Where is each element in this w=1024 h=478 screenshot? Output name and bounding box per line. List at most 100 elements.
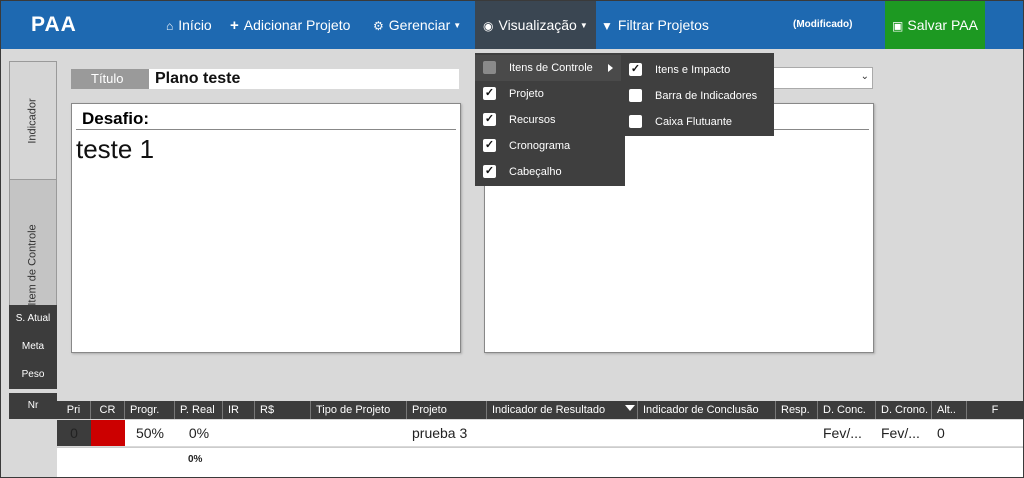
cell-cr-status[interactable] — [91, 420, 125, 446]
submenu-arrow-icon — [608, 64, 613, 72]
selector-dropdown[interactable]: ⌄ — [759, 67, 873, 89]
col-header-progr[interactable]: Progr. — [125, 401, 175, 419]
submenu-item-barra-de-indicadores[interactable]: Barra de Indicadores — [621, 83, 774, 109]
col-header-indicador-de-resultado[interactable]: Indicador de Resultado — [487, 401, 638, 419]
cell-indicador-de-conclusao[interactable] — [638, 420, 776, 446]
cell-rs[interactable] — [255, 420, 311, 446]
checkbox-cronograma[interactable]: ✓ — [483, 139, 496, 152]
cell-alt[interactable]: 0 — [932, 420, 967, 446]
cell-ir[interactable] — [223, 420, 255, 446]
nav-inicio[interactable]: ⌂ Início — [166, 1, 212, 49]
cell-tipo-de-projeto[interactable] — [311, 420, 407, 446]
itens-de-controle-submenu: ✓ Itens e Impacto Barra de Indicadores C… — [621, 53, 774, 136]
cell-p-real[interactable]: 0% — [175, 420, 223, 446]
checkbox-itens-de-controle[interactable] — [483, 61, 496, 74]
menu-item-recursos[interactable]: ✓ Recursos — [475, 107, 625, 133]
nav-filtrar-label: Filtrar Projetos — [617, 17, 709, 33]
tab-indicador-label: Indicador — [26, 97, 39, 144]
submenu-item-caixa-flutuante[interactable]: Caixa Flutuante — [621, 109, 774, 135]
checkbox-itens-e-impacto[interactable]: ✓ — [629, 63, 642, 76]
col-header-d-conc[interactable]: D. Conc. — [818, 401, 876, 419]
nav-visualizacao-label: Visualização — [498, 17, 577, 33]
nav-inicio-label: Início — [178, 17, 212, 33]
chevron-down-icon: ⌄ — [860, 71, 869, 82]
nav-gerenciar[interactable]: ⚙ Gerenciar ▼ — [373, 1, 461, 49]
menu-item-label: Projeto — [509, 88, 544, 100]
menu-item-projeto[interactable]: ✓ Projeto — [475, 81, 625, 107]
title-label: Título — [71, 69, 149, 89]
row-label-s-atual: S. Atual — [9, 305, 57, 333]
menu-item-label: Itens de Controle — [509, 62, 593, 74]
submenu-item-itens-e-impacto[interactable]: ✓ Itens e Impacto — [621, 57, 774, 83]
checkbox-caixa-flutuante[interactable] — [629, 115, 642, 128]
cell-progr[interactable]: 50% — [125, 420, 175, 446]
cell-indicador-de-resultado[interactable] — [487, 420, 638, 446]
menu-item-cronograma[interactable]: ✓ Cronograma — [475, 133, 625, 159]
cell-projeto[interactable]: prueba 3 — [407, 420, 487, 446]
col-header-alt[interactable]: Alt.. — [932, 401, 967, 419]
menu-item-label: Recursos — [509, 114, 556, 126]
submenu-item-label: Itens e Impacto — [655, 64, 731, 76]
top-navbar: PAA ⌂ Início + Adicionar Projeto ⚙ Gerencia… — [1, 1, 1023, 49]
desafio-text[interactable]: teste 1 — [76, 134, 154, 165]
title-field[interactable]: Plano teste — [149, 69, 459, 89]
table-header: Pri CR Progr. P. Real IR R$ Tipo de Proj… — [57, 401, 967, 419]
col-header-indicador-de-resultado-label: Indicador de Resultado — [492, 404, 606, 416]
menu-item-cabecalho[interactable]: ✓ Cabeçalho — [475, 159, 625, 185]
cell-resp[interactable] — [776, 420, 818, 446]
cell-f[interactable] — [967, 420, 1023, 446]
col-header-rs[interactable]: R$ — [255, 401, 311, 419]
submenu-item-label: Caixa Flutuante — [655, 116, 733, 128]
submenu-item-label: Barra de Indicadores — [655, 90, 758, 102]
filter-icon: ▼ — [601, 19, 613, 33]
eye-icon: ◉ — [483, 19, 494, 33]
home-icon: ⌂ — [166, 19, 174, 33]
tab-indicador[interactable]: Indicador — [10, 62, 56, 180]
col-header-p-real[interactable]: P. Real — [175, 401, 223, 419]
menu-item-label: Cronograma — [509, 140, 571, 152]
app-window: PAA ⌂ Início + Adicionar Projeto ⚙ Gerencia… — [0, 0, 1024, 478]
row-label-peso: Peso — [9, 361, 57, 389]
nav-adicionar-projeto[interactable]: + Adicionar Projeto — [230, 1, 350, 49]
gears-icon: ⚙ — [373, 19, 384, 33]
nav-gerenciar-label: Gerenciar — [388, 17, 451, 33]
checkbox-projeto[interactable]: ✓ — [483, 87, 496, 100]
col-header-projeto[interactable]: Projeto — [407, 401, 487, 419]
save-paa-label: Salvar PAA — [907, 17, 978, 33]
checkbox-barra-de-indicadores[interactable] — [629, 89, 642, 102]
col-header-resp[interactable]: Resp. — [776, 401, 818, 419]
col-header-f[interactable]: F — [967, 401, 1023, 419]
save-paa-button[interactable]: ▣ Salvar PAA — [885, 1, 985, 49]
footer-p-real-total: 0% — [188, 454, 203, 465]
desafio-panel: Desafio: teste 1 — [71, 103, 461, 353]
visualizacao-dropdown-menu: Itens de Controle ✓ Projeto ✓ Recursos ✓… — [475, 53, 625, 186]
col-header-d-crono[interactable]: D. Crono. — [876, 401, 932, 419]
checkbox-recursos[interactable]: ✓ — [483, 113, 496, 126]
cell-d-crono[interactable]: Fev/... — [876, 420, 932, 446]
nav-visualizacao[interactable]: ◉ Visualização ▼ — [475, 1, 596, 49]
plus-icon: + — [230, 17, 239, 34]
table-footer: 0% — [57, 447, 1023, 477]
caret-down-icon: ▼ — [579, 21, 588, 31]
nav-adicionar-label: Adicionar Projeto — [243, 17, 351, 33]
col-header-cr[interactable]: CR — [91, 401, 125, 419]
menu-item-label: Cabeçalho — [509, 166, 562, 178]
row-label-nr: Nr — [9, 393, 57, 419]
menu-item-itens-de-controle[interactable]: Itens de Controle — [475, 55, 625, 81]
checkbox-cabecalho[interactable]: ✓ — [483, 165, 496, 178]
brand-logo[interactable]: PAA — [31, 13, 77, 37]
modified-status: (Modificado) — [793, 19, 853, 30]
col-header-tipo-de-projeto[interactable]: Tipo de Projeto — [311, 401, 407, 419]
col-header-pri[interactable]: Pri — [57, 401, 91, 419]
table-row[interactable]: 0 50% 0% prueba 3 Fev/... Fev/... 0 — [57, 420, 967, 446]
filter-dropdown-icon[interactable] — [625, 405, 635, 411]
tab-item-de-controle-label: Item de Controle — [27, 224, 40, 306]
save-icon: ▣ — [892, 19, 904, 33]
caret-down-icon: ▼ — [453, 21, 462, 31]
col-header-indicador-de-conclusao[interactable]: Indicador de Conclusão — [638, 401, 776, 419]
cell-pri[interactable]: 0 — [57, 420, 91, 446]
cell-d-conc[interactable]: Fev/... — [818, 420, 876, 446]
nav-filtrar-projetos[interactable]: ▼ Filtrar Projetos — [601, 1, 709, 49]
col-header-ir[interactable]: IR — [223, 401, 255, 419]
row-label-meta: Meta — [9, 333, 57, 361]
